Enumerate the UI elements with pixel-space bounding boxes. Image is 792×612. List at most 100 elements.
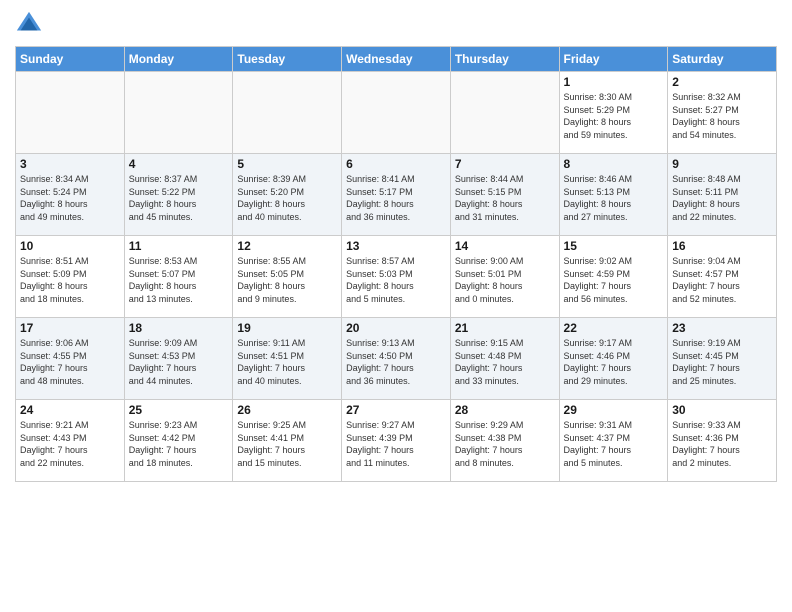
day-cell [450, 72, 559, 154]
day-cell: 13 Sunrise: 8:57 AM Sunset: 5:03 PM Dayli… [342, 236, 451, 318]
day-cell: 4 Sunrise: 8:37 AM Sunset: 5:22 PM Daylig… [124, 154, 233, 236]
day-number: 10 [20, 239, 120, 253]
day-cell: 22 Sunrise: 9:17 AM Sunset: 4:46 PM Dayli… [559, 318, 668, 400]
day-info: Sunrise: 8:57 AM Sunset: 5:03 PM Dayligh… [346, 255, 446, 305]
day-number: 6 [346, 157, 446, 171]
day-info: Sunrise: 9:15 AM Sunset: 4:48 PM Dayligh… [455, 337, 555, 387]
day-info: Sunrise: 9:21 AM Sunset: 4:43 PM Dayligh… [20, 419, 120, 469]
day-cell: 17 Sunrise: 9:06 AM Sunset: 4:55 PM Dayli… [16, 318, 125, 400]
day-number: 19 [237, 321, 337, 335]
day-cell: 16 Sunrise: 9:04 AM Sunset: 4:57 PM Dayli… [668, 236, 777, 318]
day-info: Sunrise: 9:31 AM Sunset: 4:37 PM Dayligh… [564, 419, 664, 469]
day-number: 13 [346, 239, 446, 253]
day-info: Sunrise: 9:13 AM Sunset: 4:50 PM Dayligh… [346, 337, 446, 387]
logo-icon [15, 10, 43, 38]
day-info: Sunrise: 9:04 AM Sunset: 4:57 PM Dayligh… [672, 255, 772, 305]
day-cell [342, 72, 451, 154]
day-cell: 20 Sunrise: 9:13 AM Sunset: 4:50 PM Dayli… [342, 318, 451, 400]
day-number: 22 [564, 321, 664, 335]
week-row-1: 3Sunrise: 8:34 AM Sunset: 5:24 PM Daylig… [16, 154, 777, 236]
day-number: 21 [455, 321, 555, 335]
day-cell: 27Sunrise: 9:27 AM Sunset: 4:39 PM Dayli… [342, 400, 451, 482]
day-info: Sunrise: 8:32 AM Sunset: 5:27 PM Dayligh… [672, 91, 772, 141]
day-number: 15 [564, 239, 664, 253]
day-number: 29 [564, 403, 664, 417]
weekday-friday: Friday [559, 47, 668, 72]
day-info: Sunrise: 9:23 AM Sunset: 4:42 PM Dayligh… [129, 419, 229, 469]
weekday-header-row: SundayMondayTuesdayWednesdayThursdayFrid… [16, 47, 777, 72]
day-number: 20 [346, 321, 446, 335]
week-row-0: 1 Sunrise: 8:30 AM Sunset: 5:29 PM Daylig… [16, 72, 777, 154]
day-info: Sunrise: 8:51 AM Sunset: 5:09 PM Dayligh… [20, 255, 120, 305]
header [15, 10, 777, 38]
weekday-wednesday: Wednesday [342, 47, 451, 72]
day-number: 3 [20, 157, 120, 171]
day-cell: 23 Sunrise: 9:19 AM Sunset: 4:45 PM Dayli… [668, 318, 777, 400]
day-number: 17 [20, 321, 120, 335]
day-number: 5 [237, 157, 337, 171]
day-number: 27 [346, 403, 446, 417]
day-cell: 30 Sunrise: 9:33 AM Sunset: 4:36 PM Dayli… [668, 400, 777, 482]
day-cell: 3Sunrise: 8:34 AM Sunset: 5:24 PM Daylig… [16, 154, 125, 236]
day-number: 4 [129, 157, 229, 171]
day-info: Sunrise: 8:55 AM Sunset: 5:05 PM Dayligh… [237, 255, 337, 305]
day-info: Sunrise: 8:46 AM Sunset: 5:13 PM Dayligh… [564, 173, 664, 223]
day-cell [233, 72, 342, 154]
day-info: Sunrise: 9:33 AM Sunset: 4:36 PM Dayligh… [672, 419, 772, 469]
weekday-saturday: Saturday [668, 47, 777, 72]
day-cell: 7 Sunrise: 8:44 AM Sunset: 5:15 PM Daylig… [450, 154, 559, 236]
weekday-monday: Monday [124, 47, 233, 72]
day-number: 23 [672, 321, 772, 335]
day-info: Sunrise: 8:37 AM Sunset: 5:22 PM Dayligh… [129, 173, 229, 223]
day-cell: 18 Sunrise: 9:09 AM Sunset: 4:53 PM Dayli… [124, 318, 233, 400]
day-number: 12 [237, 239, 337, 253]
day-info: Sunrise: 9:29 AM Sunset: 4:38 PM Dayligh… [455, 419, 555, 469]
day-number: 1 [564, 75, 664, 89]
day-cell: 21 Sunrise: 9:15 AM Sunset: 4:48 PM Dayli… [450, 318, 559, 400]
day-cell: 24 Sunrise: 9:21 AM Sunset: 4:43 PM Dayli… [16, 400, 125, 482]
day-info: Sunrise: 9:17 AM Sunset: 4:46 PM Dayligh… [564, 337, 664, 387]
day-cell: 15 Sunrise: 9:02 AM Sunset: 4:59 PM Dayli… [559, 236, 668, 318]
day-cell: 28Sunrise: 9:29 AM Sunset: 4:38 PM Dayli… [450, 400, 559, 482]
day-cell: 19 Sunrise: 9:11 AM Sunset: 4:51 PM Dayli… [233, 318, 342, 400]
day-number: 8 [564, 157, 664, 171]
day-info: Sunrise: 8:44 AM Sunset: 5:15 PM Dayligh… [455, 173, 555, 223]
day-info: Sunrise: 9:02 AM Sunset: 4:59 PM Dayligh… [564, 255, 664, 305]
day-info: Sunrise: 9:09 AM Sunset: 4:53 PM Dayligh… [129, 337, 229, 387]
day-number: 30 [672, 403, 772, 417]
day-info: Sunrise: 8:41 AM Sunset: 5:17 PM Dayligh… [346, 173, 446, 223]
day-number: 2 [672, 75, 772, 89]
day-cell: 25 Sunrise: 9:23 AM Sunset: 4:42 PM Dayli… [124, 400, 233, 482]
day-info: Sunrise: 8:30 AM Sunset: 5:29 PM Dayligh… [564, 91, 664, 141]
page: SundayMondayTuesdayWednesdayThursdayFrid… [0, 0, 792, 612]
day-cell: 12 Sunrise: 8:55 AM Sunset: 5:05 PM Dayli… [233, 236, 342, 318]
day-info: Sunrise: 9:06 AM Sunset: 4:55 PM Dayligh… [20, 337, 120, 387]
week-row-3: 17 Sunrise: 9:06 AM Sunset: 4:55 PM Dayli… [16, 318, 777, 400]
weekday-sunday: Sunday [16, 47, 125, 72]
day-info: Sunrise: 8:53 AM Sunset: 5:07 PM Dayligh… [129, 255, 229, 305]
day-number: 14 [455, 239, 555, 253]
day-number: 9 [672, 157, 772, 171]
day-info: Sunrise: 9:11 AM Sunset: 4:51 PM Dayligh… [237, 337, 337, 387]
day-info: Sunrise: 9:00 AM Sunset: 5:01 PM Dayligh… [455, 255, 555, 305]
logo [15, 10, 47, 38]
day-cell: 26Sunrise: 9:25 AM Sunset: 4:41 PM Dayli… [233, 400, 342, 482]
day-info: Sunrise: 9:19 AM Sunset: 4:45 PM Dayligh… [672, 337, 772, 387]
day-cell: 6 Sunrise: 8:41 AM Sunset: 5:17 PM Daylig… [342, 154, 451, 236]
day-number: 18 [129, 321, 229, 335]
calendar: SundayMondayTuesdayWednesdayThursdayFrid… [15, 46, 777, 482]
day-info: Sunrise: 8:39 AM Sunset: 5:20 PM Dayligh… [237, 173, 337, 223]
day-cell: 10 Sunrise: 8:51 AM Sunset: 5:09 PM Dayli… [16, 236, 125, 318]
week-row-2: 10 Sunrise: 8:51 AM Sunset: 5:09 PM Dayli… [16, 236, 777, 318]
day-number: 16 [672, 239, 772, 253]
day-info: Sunrise: 8:48 AM Sunset: 5:11 PM Dayligh… [672, 173, 772, 223]
day-cell [124, 72, 233, 154]
day-info: Sunrise: 9:25 AM Sunset: 4:41 PM Dayligh… [237, 419, 337, 469]
week-row-4: 24 Sunrise: 9:21 AM Sunset: 4:43 PM Dayli… [16, 400, 777, 482]
day-number: 25 [129, 403, 229, 417]
day-number: 24 [20, 403, 120, 417]
day-cell [16, 72, 125, 154]
day-cell: 11Sunrise: 8:53 AM Sunset: 5:07 PM Dayli… [124, 236, 233, 318]
weekday-tuesday: Tuesday [233, 47, 342, 72]
day-number: 7 [455, 157, 555, 171]
